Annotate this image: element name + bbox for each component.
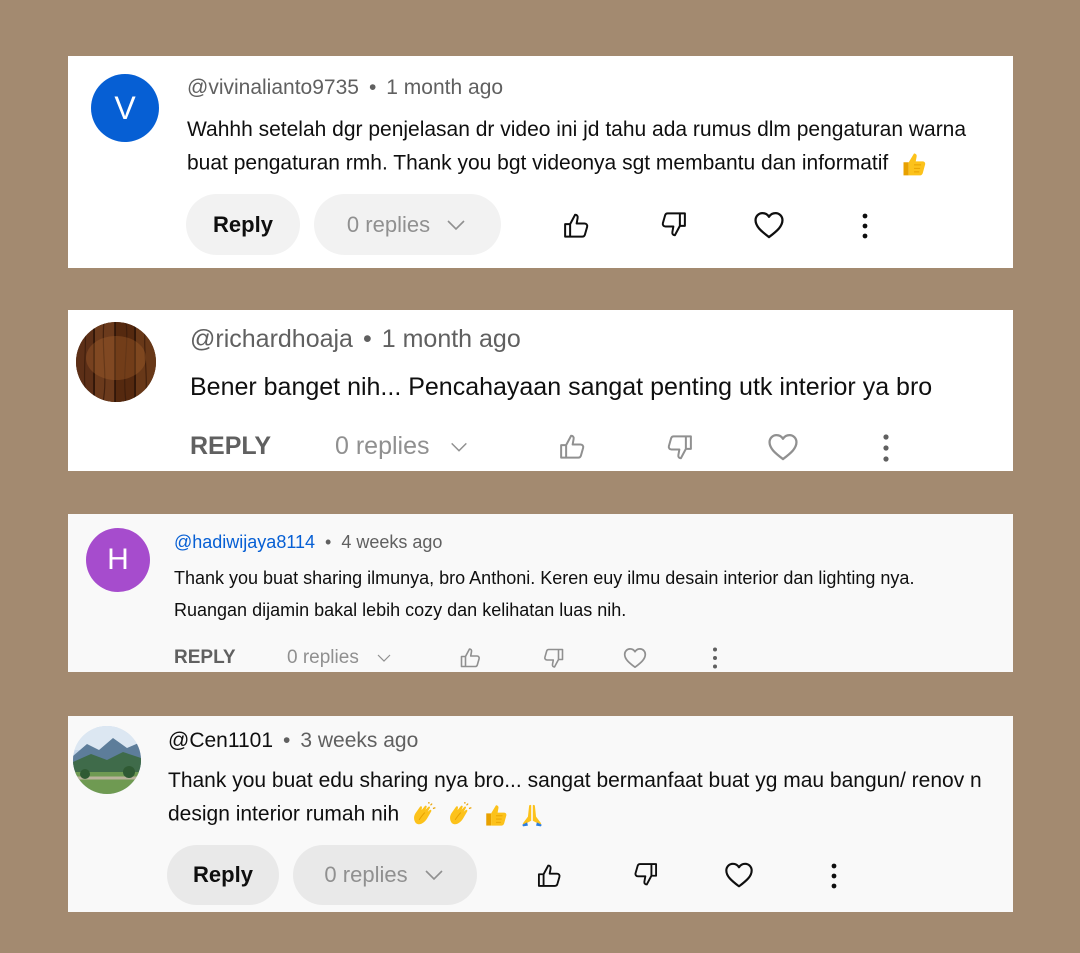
replies-button[interactable]: 0 replies [335, 432, 470, 461]
like-button[interactable] [458, 645, 484, 671]
like-button[interactable] [534, 860, 566, 892]
separator-dot: • [283, 729, 291, 752]
dislike-button[interactable] [629, 858, 661, 890]
separator-dot: • [368, 76, 377, 99]
heart-button[interactable] [764, 428, 802, 466]
dislike-button[interactable] [540, 645, 566, 671]
replies-label: 0 replies [346, 211, 431, 237]
comment-text-line-1: Wahhh setelah dgr penjelasan dr video in… [187, 118, 967, 141]
avatar[interactable]: H [86, 528, 150, 592]
comment-time[interactable]: 4 weeks ago [341, 532, 442, 552]
replies-button[interactable]: 0 replies [314, 194, 501, 255]
heart-icon [766, 430, 800, 464]
clapping-hands-emoji [447, 802, 473, 828]
comment-text-line-1: Thank you buat edu sharing nya bro... sa… [168, 769, 982, 792]
chevron-down-icon [422, 863, 446, 887]
comment-text-line-2: design interior rumah nih [168, 802, 545, 828]
thumb-up-icon [562, 211, 592, 241]
thumb-down-icon [541, 646, 565, 670]
more-options-button[interactable] [853, 208, 877, 244]
reply-button[interactable]: Reply [167, 845, 279, 905]
more-vertical-icon [883, 434, 889, 462]
like-button[interactable] [556, 430, 590, 464]
comment-header: @vivinalianto9735 • 1 month ago [187, 76, 503, 100]
mountain-photo-avatar-image [73, 726, 141, 794]
more-options-button[interactable] [708, 646, 722, 670]
heart-button[interactable] [748, 206, 790, 244]
comment-card: V @vivinalianto9735 • 1 month ago Wahhh se… [68, 56, 1013, 268]
heart-icon [723, 859, 755, 891]
comment-card: H @hadiwijaya8114 • 4 weeks ago Thank you … [68, 514, 1013, 672]
comment-header: @richardhoaja • 1 month ago [190, 325, 521, 354]
heart-icon [622, 645, 648, 671]
comment-header: @Cen1101 • 3 weeks ago [168, 729, 418, 753]
comment-card: @Cen1101 • 3 weeks ago Thank you buat edu … [68, 716, 1013, 912]
reply-label: Reply [193, 862, 253, 887]
like-button[interactable] [557, 208, 597, 244]
more-options-button[interactable] [826, 861, 842, 891]
thumb-up-icon [536, 862, 564, 890]
dislike-button[interactable] [662, 430, 696, 464]
replies-label: 0 replies [287, 647, 359, 668]
comment-time[interactable]: 1 month ago [382, 325, 521, 353]
dislike-button[interactable] [653, 206, 693, 242]
thumbs-up-emoji [483, 802, 509, 828]
thumb-down-icon [631, 860, 659, 888]
chevron-down-icon [375, 649, 393, 667]
avatar[interactable] [76, 322, 156, 402]
replies-label: 0 replies [324, 862, 408, 887]
replies-label: 0 replies [335, 432, 430, 460]
author-handle[interactable]: @vivinalianto9735 [187, 76, 359, 99]
comment-text-line-1: Bener banget nih... Pencahayaan sangat p… [190, 373, 933, 401]
comment-card: @richardhoaja • 1 month ago Bener banget n… [68, 310, 1013, 471]
thumb-up-icon [558, 432, 588, 462]
author-handle[interactable]: @Cen1101 [168, 729, 273, 752]
chevron-down-icon [448, 436, 470, 458]
reply-label: Reply [213, 211, 273, 237]
separator-dot: • [362, 325, 372, 353]
wood-texture-avatar-image [76, 322, 156, 402]
avatar[interactable]: V [91, 74, 159, 142]
folded-hands-emoji [519, 802, 545, 828]
reply-button[interactable]: Reply [186, 194, 300, 255]
replies-button[interactable]: 0 replies [293, 845, 477, 905]
more-vertical-icon [862, 213, 868, 239]
reply-button[interactable]: REPLY [174, 647, 236, 669]
separator-dot: • [325, 532, 332, 552]
avatar-letter: H [107, 543, 129, 576]
chevron-down-icon [444, 213, 468, 237]
comment-time[interactable]: 3 weeks ago [300, 729, 418, 752]
comment-time[interactable]: 1 month ago [386, 76, 503, 99]
heart-icon [752, 208, 786, 242]
author-handle[interactable]: @hadiwijaya8114 [174, 532, 315, 552]
comment-text-line-2: Ruangan dijamin bakal lebih cozy dan kel… [174, 600, 627, 620]
thumbs-up-emoji [900, 150, 928, 178]
thumb-up-icon [459, 646, 483, 670]
more-vertical-icon [713, 647, 717, 669]
clapping-hands-emoji [411, 802, 437, 828]
heart-button[interactable] [621, 644, 649, 672]
replies-button[interactable]: 0 replies [287, 647, 393, 669]
more-vertical-icon [831, 863, 837, 889]
author-handle[interactable]: @richardhoaja [190, 325, 353, 353]
heart-button[interactable] [721, 857, 757, 893]
thumb-down-icon [658, 209, 688, 239]
avatar-letter: V [114, 89, 136, 126]
more-options-button[interactable] [876, 432, 896, 464]
comment-header: @hadiwijaya8114 • 4 weeks ago [174, 532, 442, 553]
comment-text-line-1: Thank you buat sharing ilmunya, bro Anth… [174, 568, 915, 588]
thumb-down-icon [664, 432, 694, 462]
comment-text: buat pengaturan rmh. Thank you bgt video… [187, 151, 889, 175]
comment-text: design interior rumah nih [168, 802, 400, 826]
comment-text-line-2: buat pengaturan rmh. Thank you bgt video… [187, 150, 928, 178]
reply-button[interactable]: REPLY [190, 432, 271, 461]
avatar[interactable] [73, 726, 141, 794]
